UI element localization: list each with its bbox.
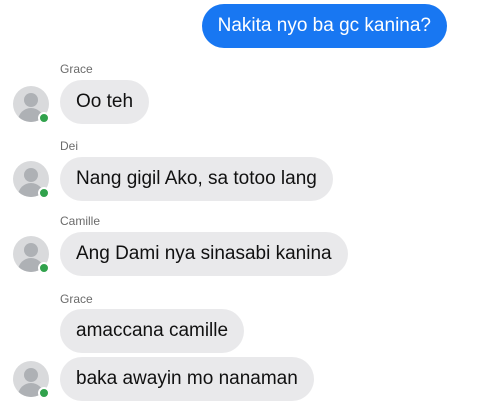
online-status-icon (38, 262, 50, 274)
incoming-message-bubble[interactable]: baka awayin mo nanaman (60, 357, 314, 401)
sender-name: Dei (60, 139, 79, 153)
sender-name: Grace (60, 292, 93, 306)
message-text: Oo teh (76, 91, 134, 112)
online-status-icon (38, 187, 50, 199)
outgoing-message-bubble[interactable]: Nakita nyo ba gc kanina? (201, 4, 447, 48)
incoming-message-bubble[interactable]: Ang Dami nya sinasabi kanina (60, 232, 348, 276)
incoming-message-bubble[interactable]: amaccana camille (60, 309, 245, 353)
message-text: amaccana camille (76, 320, 229, 341)
incoming-message-bubble[interactable]: Nang gigil Ako, sa totoo lang (60, 157, 333, 201)
message-text: Ang Dami nya sinasabi kanina (76, 243, 332, 264)
message-text: Nakita nyo ba gc kanina? (217, 15, 431, 36)
message-text: Nang gigil Ako, sa totoo lang (76, 168, 317, 189)
sender-name: Camille (60, 214, 101, 228)
online-status-icon (38, 387, 50, 399)
online-status-icon (38, 112, 50, 124)
sender-name: Grace (60, 62, 93, 76)
message-text: baka awayin mo nanaman (76, 368, 298, 389)
incoming-message-bubble[interactable]: Oo teh (60, 80, 150, 124)
